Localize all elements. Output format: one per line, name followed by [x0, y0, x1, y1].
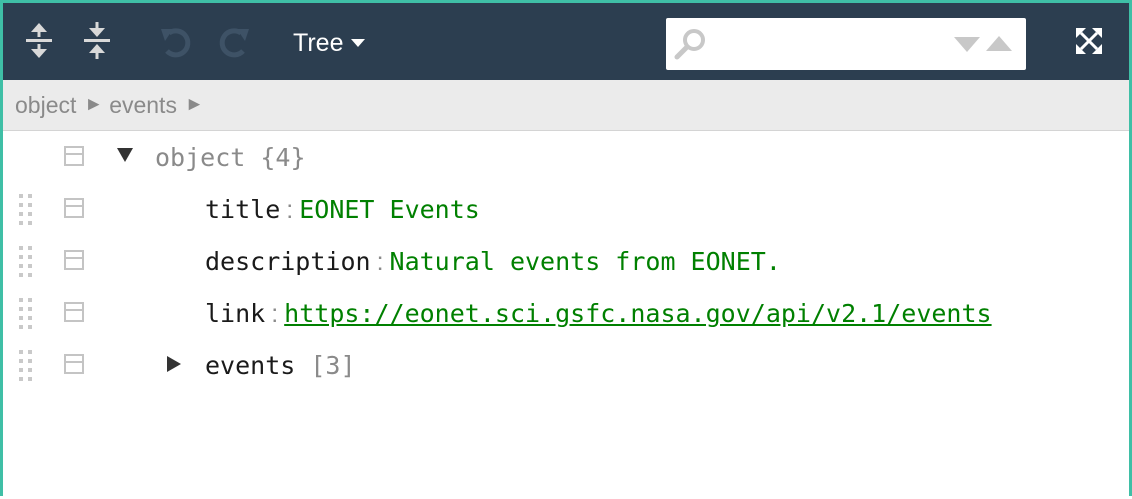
- context-menu-button[interactable]: [64, 198, 84, 218]
- undo-button[interactable]: [155, 21, 195, 61]
- tree-row-root: object {4}: [3, 132, 1129, 184]
- node-field[interactable]: object: [155, 143, 245, 172]
- search-previous-button[interactable]: [986, 36, 1012, 51]
- collapse-arrow-icon[interactable]: [117, 148, 133, 162]
- node-separator: :: [271, 300, 279, 328]
- expand-all-button[interactable]: [19, 21, 59, 61]
- node-separator: :: [286, 196, 294, 224]
- undo-icon: [161, 28, 191, 58]
- json-editor: Tree object ► events ► object {4} title …: [0, 0, 1132, 496]
- node-content: events [3]: [205, 350, 356, 382]
- fullscreen-icon: [1076, 28, 1102, 54]
- node-count: [3]: [310, 351, 356, 380]
- drag-handle-icon[interactable]: [19, 194, 35, 226]
- node-value[interactable]: Natural events from EONET.: [390, 247, 781, 276]
- node-field[interactable]: link: [205, 299, 265, 328]
- breadcrumb-item-events[interactable]: events: [109, 92, 177, 119]
- node-field[interactable]: events: [205, 351, 295, 380]
- node-value-link[interactable]: https://eonet.sci.gsfc.nasa.gov/api/v2.1…: [284, 299, 991, 328]
- search-input[interactable]: [712, 26, 946, 62]
- context-menu-button[interactable]: [64, 146, 84, 166]
- context-menu-button[interactable]: [64, 354, 84, 374]
- drag-handle-icon[interactable]: [19, 350, 35, 382]
- node-value[interactable]: EONET Events: [299, 195, 480, 224]
- mode-label: Tree: [293, 28, 344, 57]
- mode-dropdown[interactable]: Tree: [293, 25, 366, 61]
- node-content: link: https://eonet.sci.gsfc.nasa.gov/api…: [205, 298, 992, 330]
- collapse-all-button[interactable]: [77, 21, 117, 61]
- redo-button[interactable]: [215, 21, 255, 61]
- search-box: [666, 18, 1026, 70]
- breadcrumb: object ► events ►: [3, 80, 1129, 131]
- node-count: {4}: [260, 143, 306, 172]
- drag-handle-icon[interactable]: [19, 246, 35, 278]
- tree-view: object {4} title: EONET Events descripti…: [3, 132, 1129, 499]
- node-field[interactable]: title: [205, 195, 280, 224]
- node-content: description: Natural events from EONET.: [205, 246, 781, 278]
- node-field[interactable]: description: [205, 247, 371, 276]
- node-content: object {4}: [155, 142, 306, 174]
- caret-down-icon: [351, 39, 366, 47]
- toolbar: Tree: [3, 3, 1129, 80]
- tree-row: description: Natural events from EONET.: [3, 236, 1129, 288]
- search-icon: [674, 29, 705, 60]
- tree-row: events [3]: [3, 340, 1129, 392]
- fullscreen-button[interactable]: [1071, 23, 1107, 59]
- breadcrumb-arrow-icon[interactable]: ►: [84, 94, 103, 116]
- expand-all-icon: [26, 23, 52, 58]
- breadcrumb-arrow-icon[interactable]: ►: [185, 94, 204, 116]
- breadcrumb-item-object[interactable]: object: [15, 92, 76, 119]
- tree-row: title: EONET Events: [3, 184, 1129, 236]
- drag-handle-icon[interactable]: [19, 298, 35, 330]
- expand-arrow-icon[interactable]: [167, 356, 181, 372]
- context-menu-button[interactable]: [64, 302, 84, 322]
- redo-icon: [219, 28, 249, 58]
- node-content: title: EONET Events: [205, 194, 480, 226]
- tree-row: link: https://eonet.sci.gsfc.nasa.gov/api…: [3, 288, 1129, 340]
- node-separator: :: [376, 248, 384, 276]
- collapse-all-icon: [84, 22, 110, 59]
- context-menu-button[interactable]: [64, 250, 84, 270]
- search-next-button[interactable]: [954, 37, 980, 52]
